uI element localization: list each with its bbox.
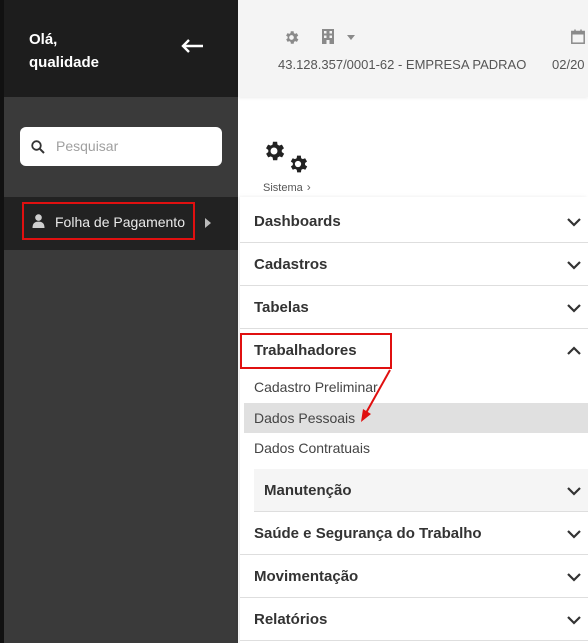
submenu-item-cadastro-preliminar[interactable]: Cadastro Preliminar <box>244 372 588 402</box>
sidebar-item-folha-de-pagamento[interactable]: Folha de Pagamento <box>4 197 238 250</box>
gear-icon[interactable] <box>283 29 300 46</box>
breadcrumb-label: Sistema <box>263 182 303 194</box>
chevron-down-icon <box>567 487 581 496</box>
chevron-down-icon <box>567 616 581 625</box>
menu-item-label: Dashboards <box>254 213 341 230</box>
menu-item-label: Tabelas <box>254 299 309 316</box>
chevron-down-icon <box>567 261 581 270</box>
submenu-item-label: Cadastro Preliminar <box>254 379 378 395</box>
chevron-down-icon <box>567 573 581 582</box>
menu-item-label: Saúde e Segurança do Trabalho <box>254 525 482 542</box>
search-input[interactable]: Pesquisar <box>20 127 222 166</box>
arrow-left-icon[interactable] <box>179 36 207 56</box>
menu-item-label: Relatórios <box>254 611 328 628</box>
company-name: 43.128.357/0001-62 - EMPRESA PADRAO <box>278 57 527 72</box>
menu-item-label: Cadastros <box>254 256 328 273</box>
submenu-item-label: Dados Pessoais <box>254 410 356 426</box>
breadcrumb[interactable]: Sistema › <box>263 180 311 194</box>
submenu-group-manutencao[interactable]: Manutenção <box>254 469 588 512</box>
sidebar: Olá, qualidade Pesquisar Folha de Pagame… <box>4 0 238 643</box>
menu-item-dashboards[interactable]: Dashboards <box>240 200 588 243</box>
submenu-item-dados-contratuais[interactable]: Dados Contratuais <box>244 433 588 463</box>
greeting-text: Olá, <box>29 31 58 48</box>
sidebar-item-label: Folha de Pagamento <box>55 214 185 230</box>
sidebar-item-highlight: Folha de Pagamento <box>22 202 195 240</box>
building-icon[interactable] <box>322 29 334 44</box>
menu-item-movimentacao[interactable]: Movimentação <box>240 555 588 598</box>
menu-item-relatorios[interactable]: Relatórios <box>240 598 588 641</box>
gears-icon <box>266 141 308 173</box>
company-dropdown-caret-icon[interactable] <box>347 35 355 40</box>
topbar: 43.128.357/0001-62 - EMPRESA PADRAO 02/2… <box>238 0 588 97</box>
breadcrumb-separator: › <box>306 180 311 194</box>
chevron-down-icon <box>567 304 581 313</box>
menu-item-cadastros[interactable]: Cadastros <box>240 243 588 286</box>
system-menu: Dashboards Cadastros Tabelas Trabalhador… <box>240 197 588 643</box>
submenu-item-label: Dados Contratuais <box>254 440 370 456</box>
calendar-icon[interactable] <box>571 29 585 44</box>
menu-item-label: Movimentação <box>254 568 359 585</box>
submenu-item-dados-pessoais[interactable]: Dados Pessoais <box>244 403 588 433</box>
chevron-down-icon <box>567 530 581 539</box>
greeting: Olá, qualidade <box>29 28 99 74</box>
caret-right-icon <box>205 218 211 228</box>
chevron-up-icon <box>567 346 581 355</box>
menu-item-saude-seguranca[interactable]: Saúde e Segurança do Trabalho <box>240 512 588 555</box>
menu-item-tabelas[interactable]: Tabelas <box>240 286 588 329</box>
person-icon <box>32 214 45 228</box>
search-placeholder: Pesquisar <box>56 138 119 154</box>
username: qualidade <box>29 54 100 71</box>
competency-date: 02/20 <box>552 57 585 72</box>
search-icon <box>31 140 45 154</box>
chevron-down-icon <box>567 218 581 227</box>
sidebar-header: Olá, qualidade <box>4 0 238 97</box>
submenu-group-label: Manutenção <box>264 482 352 499</box>
highlight-box-trabalhadores <box>240 333 392 369</box>
